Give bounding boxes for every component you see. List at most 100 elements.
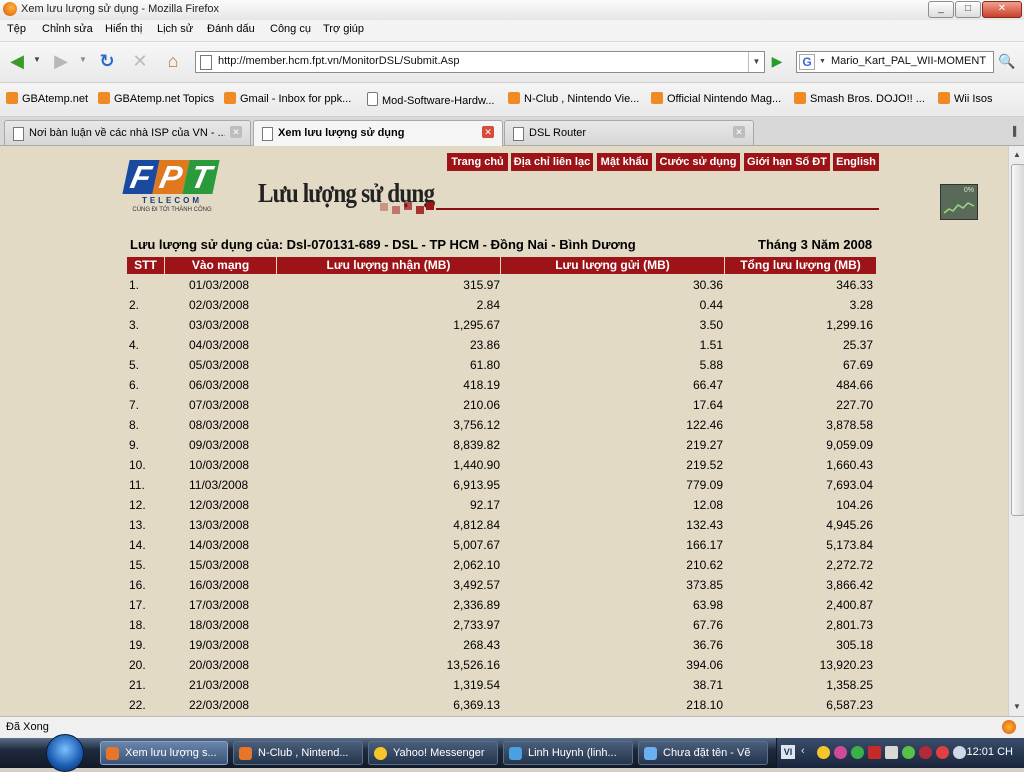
taskbar-yahoo-messenger[interactable]: Yahoo! Messenger bbox=[368, 741, 498, 765]
tray-expand-icon[interactable]: ‹ bbox=[801, 745, 805, 757]
usage-account-label: Lưu lượng sử dụng của: Dsl-070131-689 - … bbox=[130, 237, 636, 252]
windows-taskbar: Xem lưu lượng s... N-Club , Nintend... Y… bbox=[0, 734, 1024, 772]
cell-received: 8,839.82 bbox=[453, 438, 500, 452]
cell-date: 20/03/2008 bbox=[189, 658, 250, 672]
menu-edit[interactable]: Chỉnh sửa bbox=[42, 23, 93, 35]
nav-password[interactable]: Mật khẩu bbox=[597, 153, 652, 171]
close-tab-icon[interactable]: ✕ bbox=[230, 126, 242, 138]
taskbar-firefox-nclub[interactable]: N-Club , Nintend... bbox=[233, 741, 363, 765]
stop-icon[interactable]: ✕ bbox=[127, 49, 153, 75]
list-all-tabs-icon[interactable]: ▐ bbox=[1005, 126, 1021, 142]
start-button[interactable] bbox=[46, 734, 84, 772]
nav-usage-fee[interactable]: Cước sử dụng bbox=[656, 153, 740, 171]
tab-usage[interactable]: Xem lưu lượng sử dụng ✕ bbox=[253, 120, 503, 146]
close-tab-icon[interactable]: ✕ bbox=[482, 126, 494, 138]
menu-history[interactable]: Lịch sử bbox=[157, 23, 193, 35]
scroll-down-arrow-icon[interactable]: ▼ bbox=[1010, 700, 1024, 714]
cell-stt: 7. bbox=[129, 398, 140, 412]
taskbar-paint[interactable]: Chưa đặt tên - Vẽ bbox=[638, 741, 768, 765]
forward-history-dropdown-icon[interactable]: ▼ bbox=[79, 55, 87, 64]
url-dropdown-icon[interactable]: ▼ bbox=[748, 52, 764, 72]
bookmark-item[interactable]: Wii Isos bbox=[938, 92, 993, 108]
cell-received: 210.06 bbox=[463, 398, 500, 412]
bookmark-item[interactable]: GBAtemp.net Topics bbox=[98, 92, 214, 108]
bookmark-item[interactable]: GBAtemp.net bbox=[6, 92, 88, 108]
search-box[interactable]: G ▼ Mario_Kart_PAL_WII-MOMENT bbox=[796, 51, 994, 73]
chat-icon bbox=[509, 747, 522, 760]
tray-app-icon[interactable] bbox=[936, 746, 949, 759]
addon-status-icon[interactable] bbox=[1002, 720, 1016, 734]
network-tray-icon[interactable] bbox=[885, 746, 898, 759]
cell-date: 06/03/2008 bbox=[189, 378, 250, 392]
taskbar-clock[interactable]: 12:01 CH bbox=[967, 746, 1013, 758]
reload-icon[interactable]: ↻ bbox=[94, 49, 120, 75]
cell-total: 346.33 bbox=[836, 278, 873, 292]
monitor-graph-icon[interactable]: 0% bbox=[940, 184, 978, 220]
menu-bookmarks[interactable]: Đánh dấu bbox=[207, 23, 255, 35]
cell-stt: 3. bbox=[129, 318, 140, 332]
tab-dsl-router[interactable]: DSL Router ✕ bbox=[504, 120, 754, 145]
cell-sent: 166.17 bbox=[686, 538, 723, 552]
cell-sent: 373.85 bbox=[686, 578, 723, 592]
menu-bar: Tệp Chỉnh sửa Hiển thị Lịch sử Đánh dấu … bbox=[0, 20, 1024, 42]
address-bar[interactable]: http://member.hcm.fpt.vn/MonitorDSL/Subm… bbox=[195, 51, 765, 73]
bookmark-item[interactable]: Smash Bros. DOJO!! ... bbox=[794, 92, 925, 108]
rss-icon bbox=[224, 92, 236, 104]
vertical-scrollbar[interactable]: ▲ ▼ bbox=[1008, 146, 1024, 716]
bookmark-item[interactable]: Official Nintendo Mag... bbox=[651, 92, 781, 108]
table-row: 5. 05/03/2008 61.80 5.88 67.69 bbox=[127, 356, 876, 376]
minimize-button[interactable]: _ bbox=[928, 1, 954, 18]
maximize-button[interactable]: □ bbox=[955, 1, 981, 18]
search-engine-dropdown-icon[interactable]: ▼ bbox=[819, 58, 826, 65]
cell-date: 19/03/2008 bbox=[189, 638, 250, 652]
scroll-up-arrow-icon[interactable]: ▲ bbox=[1010, 148, 1024, 162]
go-button[interactable]: ▶ bbox=[766, 51, 788, 71]
bookmark-item[interactable]: N-Club , Nintendo Vie... bbox=[508, 92, 639, 108]
bookmark-item[interactable]: Gmail - Inbox for ppk... bbox=[224, 92, 351, 108]
search-engine-icon[interactable]: G bbox=[799, 54, 815, 70]
tray-app-icon[interactable] bbox=[902, 746, 915, 759]
tab-isp-forum[interactable]: Nơi bàn luận về các nhà ISP của VN - ...… bbox=[4, 120, 251, 145]
cell-date: 18/03/2008 bbox=[189, 618, 250, 632]
tray-app-icon[interactable] bbox=[834, 746, 847, 759]
nav-home[interactable]: Trang chủ bbox=[447, 153, 508, 171]
cell-date: 01/03/2008 bbox=[189, 278, 250, 292]
rss-icon bbox=[508, 92, 520, 104]
scrollbar-thumb[interactable] bbox=[1011, 164, 1024, 516]
menu-file[interactable]: Tệp bbox=[7, 23, 26, 35]
cell-date: 12/03/2008 bbox=[189, 498, 250, 512]
cell-stt: 10. bbox=[129, 458, 146, 472]
search-input[interactable]: Mario_Kart_PAL_WII-MOMENT bbox=[831, 55, 986, 67]
forward-arrow-icon[interactable]: ▶ bbox=[48, 49, 74, 75]
language-indicator[interactable]: VI bbox=[781, 745, 795, 759]
search-magnifier-icon[interactable]: 🔍 bbox=[996, 51, 1018, 71]
back-history-dropdown-icon[interactable]: ▼ bbox=[33, 55, 41, 64]
cell-sent: 38.71 bbox=[692, 678, 723, 692]
nav-phone-limit[interactable]: Giới hạn Số ĐT bbox=[744, 153, 830, 171]
cell-received: 2,733.97 bbox=[453, 618, 500, 632]
table-row: 10. 10/03/2008 1,440.90 219.52 1,660.43 bbox=[127, 456, 876, 476]
logo-telecom-text: TELECOM bbox=[141, 196, 203, 205]
yahoo-tray-icon[interactable] bbox=[817, 746, 830, 759]
close-tab-icon[interactable]: ✕ bbox=[733, 126, 745, 138]
media-tray-icon[interactable] bbox=[851, 746, 864, 759]
volume-tray-icon[interactable] bbox=[953, 746, 966, 759]
cell-total: 5,173.84 bbox=[826, 538, 873, 552]
nav-english[interactable]: English bbox=[833, 153, 879, 171]
home-icon[interactable]: ⌂ bbox=[160, 49, 186, 75]
cell-stt: 17. bbox=[129, 598, 146, 612]
nav-contact[interactable]: Địa chỉ liên lạc bbox=[511, 153, 593, 171]
page-icon bbox=[367, 92, 378, 106]
cell-received: 3,756.12 bbox=[453, 418, 500, 432]
menu-help[interactable]: Trợ giúp bbox=[323, 23, 364, 35]
back-arrow-icon[interactable]: ◀ bbox=[4, 49, 30, 75]
taskbar-chat-window[interactable]: Linh Huynh (linh... bbox=[503, 741, 633, 765]
bookmark-item[interactable]: Mod-Software-Hardw... bbox=[367, 92, 494, 108]
security-tray-icon[interactable] bbox=[868, 746, 881, 759]
menu-tools[interactable]: Công cụ bbox=[270, 23, 311, 35]
tray-app-icon[interactable] bbox=[919, 746, 932, 759]
close-window-button[interactable]: ✕ bbox=[982, 1, 1022, 18]
taskbar-firefox-usage[interactable]: Xem lưu lượng s... bbox=[100, 741, 228, 765]
menu-view[interactable]: Hiển thị bbox=[105, 23, 142, 35]
address-text[interactable]: http://member.hcm.fpt.vn/MonitorDSL/Subm… bbox=[218, 55, 459, 67]
